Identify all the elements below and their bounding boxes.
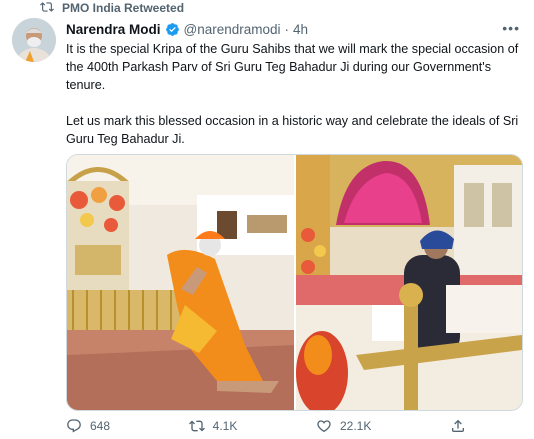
author-handle[interactable]: @narendramodi [184,22,281,37]
tweet-actions: 648 4.1K 22.1K [66,418,466,434]
photo-pm-bowing [67,155,294,410]
media-image-right[interactable] [295,155,523,410]
media-image-left[interactable] [67,155,294,410]
tweet-timestamp[interactable]: 4h [293,22,308,37]
retweet-banner[interactable]: PMO India Retweeted [40,0,184,16]
like-button[interactable]: 22.1K [316,418,371,434]
tweet-paragraph-2: Let us mark this blessed occasion in a h… [66,114,519,146]
tweet-body: It is the special Kripa of the Guru Sahi… [66,40,524,166]
retweet-icon [40,0,54,17]
reply-icon [67,419,81,433]
separator-dot: · [284,21,290,37]
retweet-count: 4.1K [212,419,238,433]
heart-icon [317,420,331,433]
reply-button[interactable]: 648 [66,418,110,434]
share-button[interactable] [450,418,466,434]
more-options-icon[interactable]: ••• [502,20,520,36]
verified-badge-icon [165,22,179,36]
retweet-banner-text: PMO India Retweeted [62,1,185,15]
retweet-button[interactable]: 4.1K [188,418,238,434]
reply-count: 648 [90,419,111,433]
author-name[interactable]: Narendra Modi [66,22,161,37]
retweet-action-icon [188,420,205,432]
tweet-header: Narendra Modi @narendramodi · 4h ••• [66,20,520,38]
avatar-photo [12,18,56,62]
photo-gurudwara-prayer [295,155,522,410]
tweet-media [66,154,523,411]
avatar[interactable] [12,18,56,62]
like-count: 22.1K [340,419,372,433]
tweet-paragraph-1: It is the special Kripa of the Guru Sahi… [66,42,519,92]
share-icon [452,419,464,432]
